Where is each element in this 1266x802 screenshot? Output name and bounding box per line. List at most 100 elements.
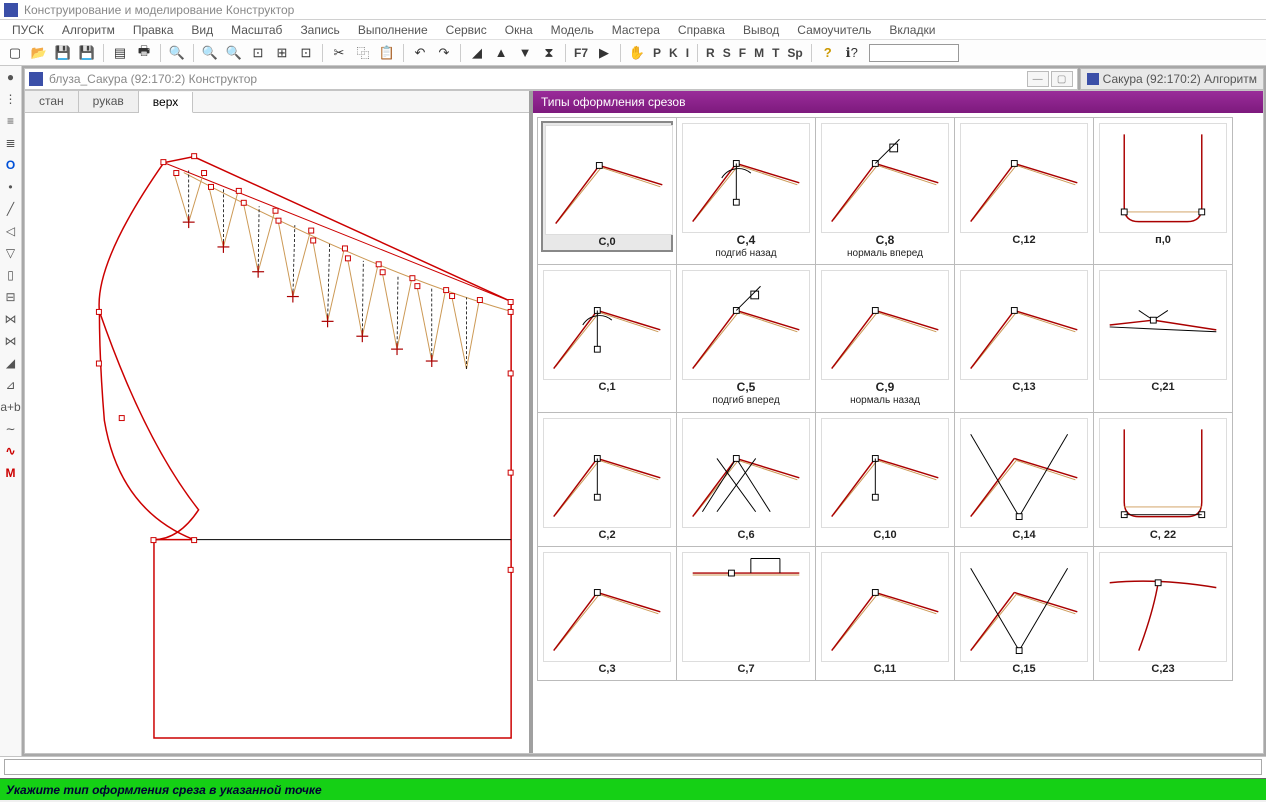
- redo-icon[interactable]: ↷: [433, 42, 455, 64]
- left-tool-18[interactable]: M: [2, 464, 20, 482]
- left-tool-6[interactable]: ╱: [2, 200, 20, 218]
- seam-label: С,11: [821, 662, 949, 675]
- seam-type-С0[interactable]: С,0: [541, 121, 673, 252]
- seam-type-С10[interactable]: С,10: [819, 416, 951, 543]
- menu-алгоритм[interactable]: Алгоритм: [54, 21, 123, 39]
- toolbar-combo[interactable]: [869, 44, 959, 62]
- left-tool-3[interactable]: ≣: [2, 134, 20, 152]
- new-icon[interactable]: ▢: [4, 42, 26, 64]
- tab-рукав[interactable]: рукав: [79, 91, 139, 112]
- undo-icon[interactable]: ↶: [409, 42, 431, 64]
- menu-вид[interactable]: Вид: [183, 21, 221, 39]
- p-button[interactable]: P: [650, 46, 664, 60]
- menu-окна[interactable]: Окна: [497, 21, 541, 39]
- left-tool-13[interactable]: ◢: [2, 354, 20, 372]
- tab-верх[interactable]: верх: [139, 92, 193, 113]
- seam-type-С4[interactable]: С,4подгиб назад: [680, 121, 812, 261]
- left-tool-14[interactable]: ⊿: [2, 376, 20, 394]
- left-tool-4[interactable]: O: [2, 156, 20, 174]
- help-icon[interactable]: ?: [817, 42, 839, 64]
- seam-type-п0[interactable]: п,0: [1097, 121, 1229, 248]
- print-icon[interactable]: 🖶: [133, 42, 155, 64]
- zoom-fit-icon[interactable]: ⊡: [247, 42, 269, 64]
- left-tool-0[interactable]: ●: [2, 68, 20, 86]
- f7-button[interactable]: F7: [571, 46, 591, 60]
- seam-type-С11[interactable]: С,11: [819, 550, 951, 677]
- seam-type-С1[interactable]: С,1: [541, 268, 673, 395]
- zoom-in-icon[interactable]: 🔍: [199, 42, 221, 64]
- copy-icon[interactable]: ⿻: [352, 42, 374, 64]
- menu-справка[interactable]: Справка: [670, 21, 733, 39]
- seam-type-С23[interactable]: С,23: [1097, 550, 1229, 677]
- seam-type-С9[interactable]: С,9нормаль назад: [819, 268, 951, 408]
- seam-type-С6[interactable]: С,6: [680, 416, 812, 543]
- r-button[interactable]: R: [703, 46, 718, 60]
- m-button[interactable]: M: [751, 46, 767, 60]
- marker2-icon[interactable]: ▲: [490, 42, 512, 64]
- menu-выполнение[interactable]: Выполнение: [350, 21, 436, 39]
- left-tool-11[interactable]: ⋈: [2, 310, 20, 328]
- menu-вкладки[interactable]: Вкладки: [881, 21, 943, 39]
- left-tool-15[interactable]: a+b: [2, 398, 20, 416]
- cut-icon[interactable]: ✂: [328, 42, 350, 64]
- left-tool-17[interactable]: ∿: [2, 442, 20, 460]
- seam-thumb: [1099, 552, 1227, 662]
- marker3-icon[interactable]: ▼: [514, 42, 536, 64]
- menu-модель[interactable]: Модель: [543, 21, 602, 39]
- k-button[interactable]: K: [666, 46, 681, 60]
- seam-type-С7[interactable]: С,7: [680, 550, 812, 677]
- marker1-icon[interactable]: ◢: [466, 42, 488, 64]
- restore-icon[interactable]: ▢: [1051, 71, 1073, 87]
- left-tool-7[interactable]: ◁: [2, 222, 20, 240]
- open-icon[interactable]: 📂: [28, 42, 50, 64]
- menu-сервис[interactable]: Сервис: [438, 21, 495, 39]
- pattern-canvas[interactable]: [25, 113, 529, 753]
- seam-type-С3[interactable]: С,3: [541, 550, 673, 677]
- seam-type-С5[interactable]: С,5подгиб вперед: [680, 268, 812, 408]
- left-tool-9[interactable]: ▯: [2, 266, 20, 284]
- save-all-icon[interactable]: 💾: [76, 42, 98, 64]
- paste-icon[interactable]: 📋: [376, 42, 398, 64]
- zoom-rect-icon[interactable]: ⊞: [271, 42, 293, 64]
- left-tool-10[interactable]: ⊟: [2, 288, 20, 306]
- seam-type-С15[interactable]: С,15: [958, 550, 1090, 677]
- doc-icon[interactable]: ▤: [109, 42, 131, 64]
- left-tool-1[interactable]: ⋮: [2, 90, 20, 108]
- menu-мастера[interactable]: Мастера: [604, 21, 668, 39]
- seam-type-С8[interactable]: С,8нормаль вперед: [819, 121, 951, 261]
- seam-type-С22[interactable]: С, 22: [1097, 416, 1229, 543]
- zoom-out-icon[interactable]: 🔍: [223, 42, 245, 64]
- s-button[interactable]: S: [720, 46, 734, 60]
- seam-type-С21[interactable]: С,21: [1097, 268, 1229, 395]
- marker4-icon[interactable]: ⧗: [538, 42, 560, 64]
- menu-запись[interactable]: Запись: [292, 21, 347, 39]
- mdi-right-tab[interactable]: Сакура (92:170:2) Алгоритм: [1080, 68, 1264, 90]
- menu-масштаб[interactable]: Масштаб: [223, 21, 290, 39]
- f-button[interactable]: F: [736, 46, 749, 60]
- left-tool-16[interactable]: ∼: [2, 420, 20, 438]
- left-tool-8[interactable]: ▽: [2, 244, 20, 262]
- menu-самоучитель[interactable]: Самоучитель: [789, 21, 879, 39]
- seam-type-С2[interactable]: С,2: [541, 416, 673, 543]
- run-icon[interactable]: ▶: [593, 42, 615, 64]
- command-input[interactable]: [4, 759, 1262, 775]
- seam-type-С13[interactable]: С,13: [958, 268, 1090, 395]
- zoom-all-icon[interactable]: ⊡: [295, 42, 317, 64]
- context-help-icon[interactable]: ℹ?: [841, 42, 863, 64]
- minimize-icon[interactable]: —: [1027, 71, 1049, 87]
- i-button[interactable]: I: [683, 46, 692, 60]
- menu-пуск[interactable]: ПУСК: [4, 21, 52, 39]
- seam-type-С12[interactable]: С,12: [958, 121, 1090, 248]
- menu-правка[interactable]: Правка: [125, 21, 182, 39]
- menu-вывод[interactable]: Вывод: [735, 21, 787, 39]
- left-tool-2[interactable]: ≡: [2, 112, 20, 130]
- preview-icon[interactable]: 🔍: [166, 42, 188, 64]
- left-tool-12[interactable]: ⋈: [2, 332, 20, 350]
- left-tool-5[interactable]: •: [2, 178, 20, 196]
- hand-icon[interactable]: ✋: [626, 42, 648, 64]
- seam-type-С14[interactable]: С,14: [958, 416, 1090, 543]
- t-button[interactable]: T: [769, 46, 782, 60]
- sp-button[interactable]: Sp: [784, 46, 805, 60]
- save-icon[interactable]: 💾: [52, 42, 74, 64]
- tab-стан[interactable]: стан: [25, 91, 79, 112]
